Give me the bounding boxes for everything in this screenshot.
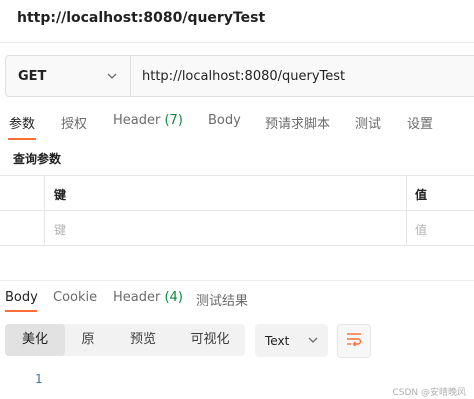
column-divider <box>406 211 407 246</box>
key-column-header: 键 <box>54 188 67 202</box>
response-tab-body[interactable]: Body <box>5 290 38 305</box>
url-input[interactable]: http://localhost:8080/queryTest <box>131 56 345 96</box>
divider <box>0 42 474 43</box>
key-input[interactable]: 键 <box>54 221 66 238</box>
watermark: CSDN @安晴晚风 <box>392 388 466 398</box>
response-tabs: Body Cookie Header (4) 测试结果 <box>0 290 474 310</box>
active-tab-indicator <box>8 138 36 140</box>
value-input[interactable]: 值 <box>415 221 427 238</box>
tab-pre-request-script[interactable]: 预请求脚本 <box>265 113 330 132</box>
tab-settings[interactable]: 设置 <box>407 113 433 132</box>
tab-params[interactable]: 参数 <box>9 113 35 132</box>
view-mode-group: 美化 原 预览 可视化 <box>5 324 245 356</box>
chevron-down-icon <box>106 67 118 86</box>
column-divider <box>44 211 45 246</box>
format-select[interactable]: Text <box>255 324 328 357</box>
response-divider <box>0 280 474 281</box>
column-divider <box>406 176 407 210</box>
view-preview-button[interactable]: 预览 <box>113 324 173 356</box>
tab-body[interactable]: Body <box>208 113 241 128</box>
wrap-lines-icon <box>345 331 363 351</box>
query-params-label: 查询参数 <box>13 152 62 166</box>
tab-auth[interactable]: 授权 <box>61 113 87 132</box>
method-select[interactable]: GET <box>6 56 131 96</box>
view-pretty-button[interactable]: 美化 <box>5 324 65 356</box>
request-tabs: 参数 授权 Header (7) Body 预请求脚本 测试 设置 <box>0 113 474 137</box>
view-raw-button[interactable]: 原 <box>67 324 109 356</box>
table-header-row: 键 值 <box>0 176 474 211</box>
wrap-lines-button[interactable] <box>337 324 371 358</box>
request-title[interactable]: http://localhost:8080/queryTest <box>17 10 265 26</box>
response-tab-test-results[interactable]: 测试结果 <box>196 290 248 309</box>
chevron-down-icon <box>307 331 319 350</box>
column-divider <box>44 176 45 210</box>
line-number: 1 <box>35 372 43 386</box>
table-row: 键 值 <box>0 211 474 246</box>
format-label: Text <box>265 333 290 348</box>
url-bar: GET http://localhost:8080/queryTest <box>5 55 474 97</box>
tab-tests[interactable]: 测试 <box>355 113 381 132</box>
tab-headers[interactable]: Header (7) <box>113 113 183 128</box>
method-label: GET <box>18 68 47 84</box>
headers-count: (7) <box>164 113 183 128</box>
params-table: 键 值 键 值 <box>0 175 474 246</box>
response-tab-cookie[interactable]: Cookie <box>53 290 97 305</box>
active-response-tab-indicator <box>5 310 37 312</box>
response-headers-count: (4) <box>164 290 183 305</box>
response-tab-headers[interactable]: Header (4) <box>113 290 183 305</box>
view-visualize-button[interactable]: 可视化 <box>175 324 245 356</box>
value-column-header: 值 <box>415 188 428 202</box>
